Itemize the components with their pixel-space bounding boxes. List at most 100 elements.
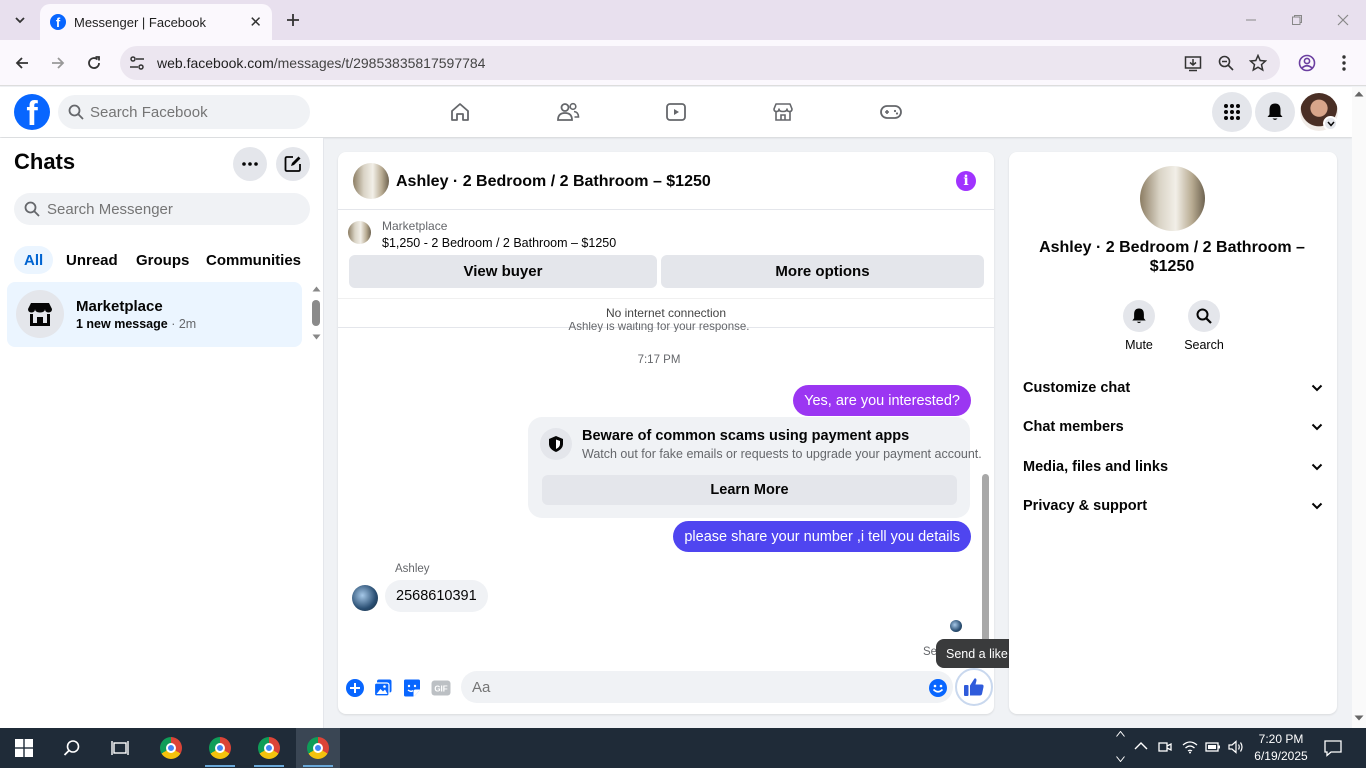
warning-text: Watch out for fake emails or requests to… — [582, 447, 982, 461]
sender-name: Ashley — [395, 563, 430, 575]
taskbar-search-icon[interactable] — [56, 734, 88, 762]
close-tab-icon[interactable]: ✕ — [249, 13, 262, 31]
warning-title: Beware of common scams using payment app… — [582, 428, 910, 444]
profile-icon[interactable] — [1298, 54, 1316, 72]
attach-photo-icon[interactable] — [372, 677, 394, 699]
url-text[interactable]: web.facebook.com/messages/t/298538358175… — [157, 55, 485, 71]
meet-now-icon[interactable] — [1158, 740, 1172, 754]
listing-photo-avatar[interactable] — [353, 163, 389, 199]
conversation-time: · 2m — [171, 317, 197, 331]
conversation-title[interactable]: Ashley · 2 Bedroom / 2 Bathroom – $1250 — [396, 173, 711, 191]
sidebar-scroll-up-icon[interactable] — [312, 286, 321, 292]
gaming-icon[interactable] — [878, 99, 904, 125]
message-input[interactable] — [472, 678, 912, 696]
section-label: Media, files and links — [1023, 459, 1169, 475]
browser-tab-messenger[interactable]: f Messenger | Facebook ✕ — [40, 4, 272, 40]
incoming-message[interactable]: 2568610391 — [385, 580, 488, 612]
conversation-info-icon[interactable]: i — [956, 171, 976, 191]
taskbar-running-indicator — [303, 765, 333, 767]
sticker-icon[interactable] — [401, 677, 423, 699]
filter-all[interactable]: All — [14, 246, 54, 274]
filter-communities[interactable]: Communities — [196, 246, 311, 274]
account-chevron-icon[interactable] — [1323, 116, 1338, 131]
info-title: Ashley · 2 Bedroom / 2 Bathroom – $1250 — [1039, 239, 1305, 275]
info-listing-photo[interactable] — [1140, 166, 1205, 231]
minimize-icon[interactable] — [1236, 8, 1266, 32]
show-hidden-icons-icon[interactable] — [1134, 741, 1148, 751]
install-app-icon[interactable] — [1184, 54, 1202, 72]
home-icon[interactable] — [447, 99, 473, 125]
shield-icon — [540, 428, 572, 460]
chrome-profile-taskbar-icon[interactable] — [302, 734, 334, 762]
notification-center-icon[interactable] — [1324, 739, 1342, 757]
forward-icon[interactable] — [46, 51, 70, 75]
facebook-search-input[interactable] — [90, 103, 290, 121]
task-view-icon[interactable] — [104, 734, 136, 762]
chrome-profile-taskbar-icon[interactable] — [253, 734, 285, 762]
new-message-icon[interactable] — [276, 147, 310, 181]
search-icon — [1188, 300, 1220, 332]
restore-icon[interactable] — [1282, 8, 1312, 32]
video-icon[interactable] — [663, 99, 689, 125]
sidebar-scrollbar[interactable] — [312, 300, 320, 326]
learn-more-button[interactable]: Learn More — [542, 475, 957, 505]
close-window-icon[interactable] — [1328, 8, 1358, 32]
message-composer[interactable] — [461, 671, 953, 703]
send-like-button[interactable] — [955, 668, 993, 706]
page-scroll-down-icon[interactable] — [1354, 715, 1364, 721]
page-scrollbar[interactable] — [1352, 87, 1366, 728]
taskbar-scroll-up-icon[interactable] — [1116, 731, 1125, 737]
messenger-search-input[interactable] — [47, 200, 287, 218]
search-action[interactable]: Search — [1174, 300, 1234, 352]
outgoing-message[interactable]: please share your number ,i tell you det… — [673, 521, 971, 552]
volume-icon[interactable] — [1228, 740, 1244, 754]
seen-status: Se — [923, 646, 938, 658]
ashley-avatar[interactable] — [352, 585, 378, 611]
section-customize-chat[interactable]: Customize chat — [1023, 376, 1323, 400]
marketplace-label: Marketplace — [382, 219, 448, 233]
messenger-search-box[interactable] — [14, 193, 310, 225]
network-icon[interactable] — [1182, 740, 1198, 754]
marketplace-item-title[interactable]: $1,250 - 2 Bedroom / 2 Bathroom – $1250 — [382, 236, 616, 250]
facebook-search-box[interactable] — [58, 95, 310, 129]
filter-groups[interactable]: Groups — [126, 246, 199, 274]
marketplace-item-thumbnail[interactable] — [348, 221, 371, 244]
emoji-icon[interactable] — [927, 677, 949, 699]
chevron-down-icon — [1311, 502, 1323, 510]
section-media-files-links[interactable]: Media, files and links — [1023, 455, 1323, 479]
view-buyer-button[interactable]: View buyer — [349, 255, 657, 288]
taskbar-scroll-down-icon[interactable] — [1116, 756, 1125, 762]
sidebar-scroll-down-icon[interactable] — [312, 334, 321, 340]
section-privacy-support[interactable]: Privacy & support — [1023, 494, 1323, 518]
gif-icon[interactable]: GIF — [430, 677, 452, 699]
section-chat-members[interactable]: Chat members — [1023, 415, 1323, 439]
marketplace-icon[interactable] — [770, 99, 796, 125]
chrome-profile-taskbar-icon[interactable] — [204, 734, 236, 762]
more-options-button[interactable]: More options — [661, 255, 984, 288]
page-scroll-up-icon[interactable] — [1354, 91, 1364, 97]
menu-grid-icon[interactable] — [1212, 92, 1252, 132]
new-tab-icon[interactable] — [282, 9, 304, 31]
conversation-scrollbar[interactable] — [982, 474, 989, 644]
facebook-logo-icon[interactable]: f — [14, 94, 50, 130]
taskbar-clock[interactable]: 7:20 PM 6/19/2025 — [1250, 731, 1312, 765]
outgoing-message[interactable]: Yes, are you interested? — [793, 385, 971, 416]
tab-search-chevron-icon[interactable] — [8, 8, 32, 32]
site-info-icon[interactable] — [128, 54, 146, 72]
reload-icon[interactable] — [82, 51, 106, 75]
back-icon[interactable] — [10, 51, 34, 75]
seen-avatar — [950, 620, 962, 632]
friends-icon[interactable] — [555, 99, 581, 125]
mute-action[interactable]: Mute — [1109, 300, 1169, 352]
chrome-taskbar-icon[interactable] — [155, 734, 187, 762]
windows-start-icon[interactable] — [8, 734, 40, 762]
bookmark-star-icon[interactable] — [1249, 54, 1267, 72]
browser-menu-icon[interactable] — [1336, 54, 1352, 72]
url-host: web.facebook.com — [157, 55, 274, 71]
battery-icon[interactable] — [1205, 741, 1221, 753]
filter-unread[interactable]: Unread — [56, 246, 128, 274]
more-actions-plus-icon[interactable] — [344, 677, 366, 699]
chats-options-icon[interactable] — [233, 147, 267, 181]
zoom-icon[interactable] — [1217, 54, 1235, 72]
notifications-bell-icon[interactable] — [1255, 92, 1295, 132]
